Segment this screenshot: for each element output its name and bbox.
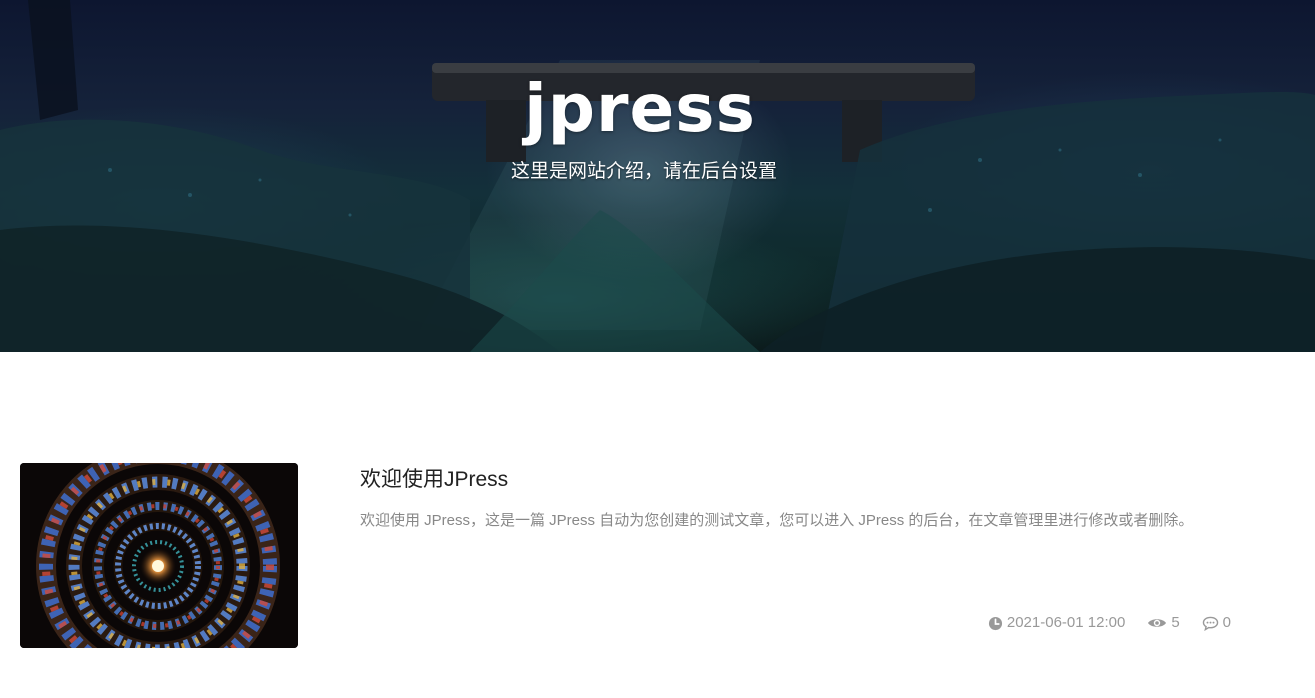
- post-meta: 2021-06-01 12:00 5 0: [988, 612, 1231, 634]
- post-date: 2021-06-01 12:00: [988, 612, 1125, 634]
- post-title-link[interactable]: 欢迎使用JPress: [360, 465, 508, 495]
- clock-icon: [988, 616, 1002, 630]
- post-thumbnail[interactable]: [20, 463, 298, 648]
- site-description: 这里是网站介绍，请在后台设置: [510, 161, 777, 182]
- post-date-text: 2021-06-01 12:00: [1006, 614, 1126, 631]
- post-excerpt: 欢迎使用 JPress，这是一篇 JPress 自动为您创建的测试文章，您可以进…: [360, 512, 1194, 529]
- post-views-count: 5: [1171, 614, 1180, 631]
- site-title[interactable]: jpress: [0, 64, 1280, 154]
- post-comments[interactable]: 0: [1202, 612, 1231, 634]
- spiral-stained-glass-image: [20, 463, 298, 648]
- post-comments-count: 0: [1222, 614, 1231, 631]
- post-views: 5: [1147, 612, 1180, 634]
- hero-banner: jpress 这里是网站介绍，请在后台设置: [0, 0, 1315, 352]
- eye-icon: [1148, 619, 1167, 627]
- comment-icon: [1202, 616, 1218, 631]
